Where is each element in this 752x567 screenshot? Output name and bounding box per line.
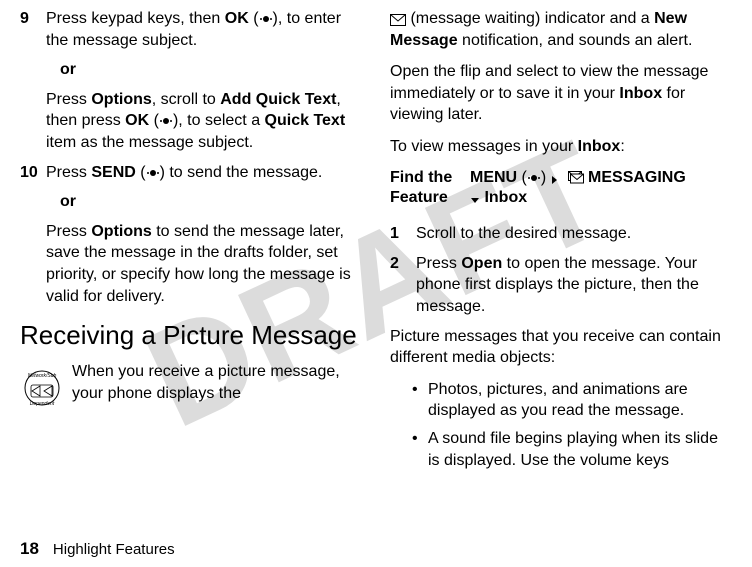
ok-label: OK	[225, 10, 249, 27]
center-key-icon	[259, 12, 273, 26]
text: ), to select a	[173, 112, 265, 129]
text: (	[149, 112, 159, 129]
text: Press	[46, 164, 91, 181]
text: (	[517, 169, 527, 186]
section-heading-receiving: Receiving a Picture Message	[20, 321, 362, 351]
text: Press	[416, 255, 461, 272]
text: :	[620, 138, 624, 155]
find-feature-path: MENU () MESSAGING Inbox	[470, 168, 732, 210]
text: )	[541, 169, 551, 186]
text: When you receive a picture message, your…	[72, 363, 340, 402]
page-footer: 18 Highlight Features	[20, 539, 175, 559]
text: item as the message subject.	[46, 134, 253, 151]
footer-title: Highlight Features	[53, 541, 175, 558]
bullet-text: Photos, pictures, and animations are dis…	[428, 379, 732, 422]
arrow-right-icon	[551, 175, 559, 185]
find-feature-box: Find the Feature MENU () MESSAGING Inbox	[390, 168, 732, 210]
menu-label: MENU	[470, 169, 517, 186]
network-feature-icon: Network/Sub Dependent	[20, 363, 64, 413]
view-inbox-paragraph: To view messages in your Inbox:	[390, 136, 732, 158]
text: Press	[46, 91, 91, 108]
step-9: 9 Press keypad keys, then OK (), to ente…	[20, 8, 362, 51]
svg-text:Dependent: Dependent	[30, 401, 55, 407]
step-text: Press SEND ( ) to send the message.	[46, 162, 362, 184]
messaging-label: MESSAGING	[588, 169, 686, 186]
text: Press keypad keys, then	[46, 10, 225, 27]
text: Feature	[390, 188, 470, 209]
svg-text:Network/Sub: Network/Sub	[28, 373, 57, 379]
open-label: Open	[461, 255, 502, 272]
text: notification, and sounds an alert.	[458, 32, 693, 49]
envelope-icon	[390, 14, 406, 26]
text: , scroll to	[152, 91, 220, 108]
or-label: or	[60, 191, 362, 213]
page-body: 9 Press keypad keys, then OK (), to ente…	[0, 0, 752, 567]
bullet-text: A sound file begins playing when its sli…	[428, 428, 732, 471]
text: Press	[46, 223, 91, 240]
text: (message waiting) indicator and a	[406, 10, 654, 27]
bullet-dot: •	[412, 428, 428, 471]
messaging-icon	[568, 171, 584, 185]
step-10-alt: Press Options to send the message later,…	[46, 221, 362, 307]
or-label: or	[60, 59, 362, 81]
text: (	[249, 10, 259, 27]
receiving-paragraph: Network/Sub Dependent When you receive a…	[20, 361, 362, 404]
step-number: 10	[20, 162, 46, 184]
media-objects-paragraph: Picture messages that you receive can co…	[390, 326, 732, 369]
step-10: 10 Press SEND ( ) to send the message.	[20, 162, 362, 184]
left-column: 9 Press keypad keys, then OK (), to ente…	[20, 8, 376, 567]
find-feature-label: Find the Feature	[390, 168, 470, 210]
step-text: Press Open to open the message. Your pho…	[416, 253, 732, 318]
center-key-icon	[159, 114, 173, 128]
step-number: 9	[20, 8, 46, 51]
ok-label: OK	[125, 112, 149, 129]
menu-path-line1: MENU () MESSAGING	[470, 168, 732, 189]
bullet-item: • Photos, pictures, and animations are d…	[390, 379, 732, 422]
page-number: 18	[20, 539, 39, 559]
right-column: (message waiting) indicator and a New Me…	[376, 8, 732, 567]
step-number: 1	[390, 223, 416, 245]
step-text: Press keypad keys, then OK (), to enter …	[46, 8, 362, 51]
step-2: 2 Press Open to open the message. Your p…	[390, 253, 732, 318]
inbox-label: Inbox	[484, 189, 527, 206]
add-quick-text-label: Add Quick Text	[220, 91, 336, 108]
bullet-dot: •	[412, 379, 428, 422]
options-label: Options	[91, 223, 151, 240]
text: Find the	[390, 168, 470, 189]
step-number: 2	[390, 253, 416, 318]
center-key-icon	[146, 166, 160, 180]
menu-path-line2: Inbox	[470, 188, 732, 209]
open-flip-paragraph: Open the flip and select to view the mes…	[390, 61, 732, 126]
step-text: Scroll to the desired message.	[416, 223, 732, 245]
send-label: SEND	[91, 164, 135, 181]
arrow-down-icon	[470, 197, 480, 205]
inbox-label: Inbox	[619, 85, 662, 102]
inbox-label: Inbox	[578, 138, 621, 155]
text: (	[136, 164, 146, 181]
step-9-alt: Press Options, scroll to Add Quick Text,…	[46, 89, 362, 154]
step-1: 1 Scroll to the desired message.	[390, 223, 732, 245]
options-label: Options	[91, 91, 151, 108]
bullet-item: • A sound file begins playing when its s…	[390, 428, 732, 471]
center-key-icon	[527, 171, 541, 185]
text: ) to send the message.	[160, 164, 323, 181]
text: To view messages in your	[390, 138, 578, 155]
continuation-paragraph: (message waiting) indicator and a New Me…	[390, 8, 732, 51]
quick-text-label: Quick Text	[265, 112, 346, 129]
